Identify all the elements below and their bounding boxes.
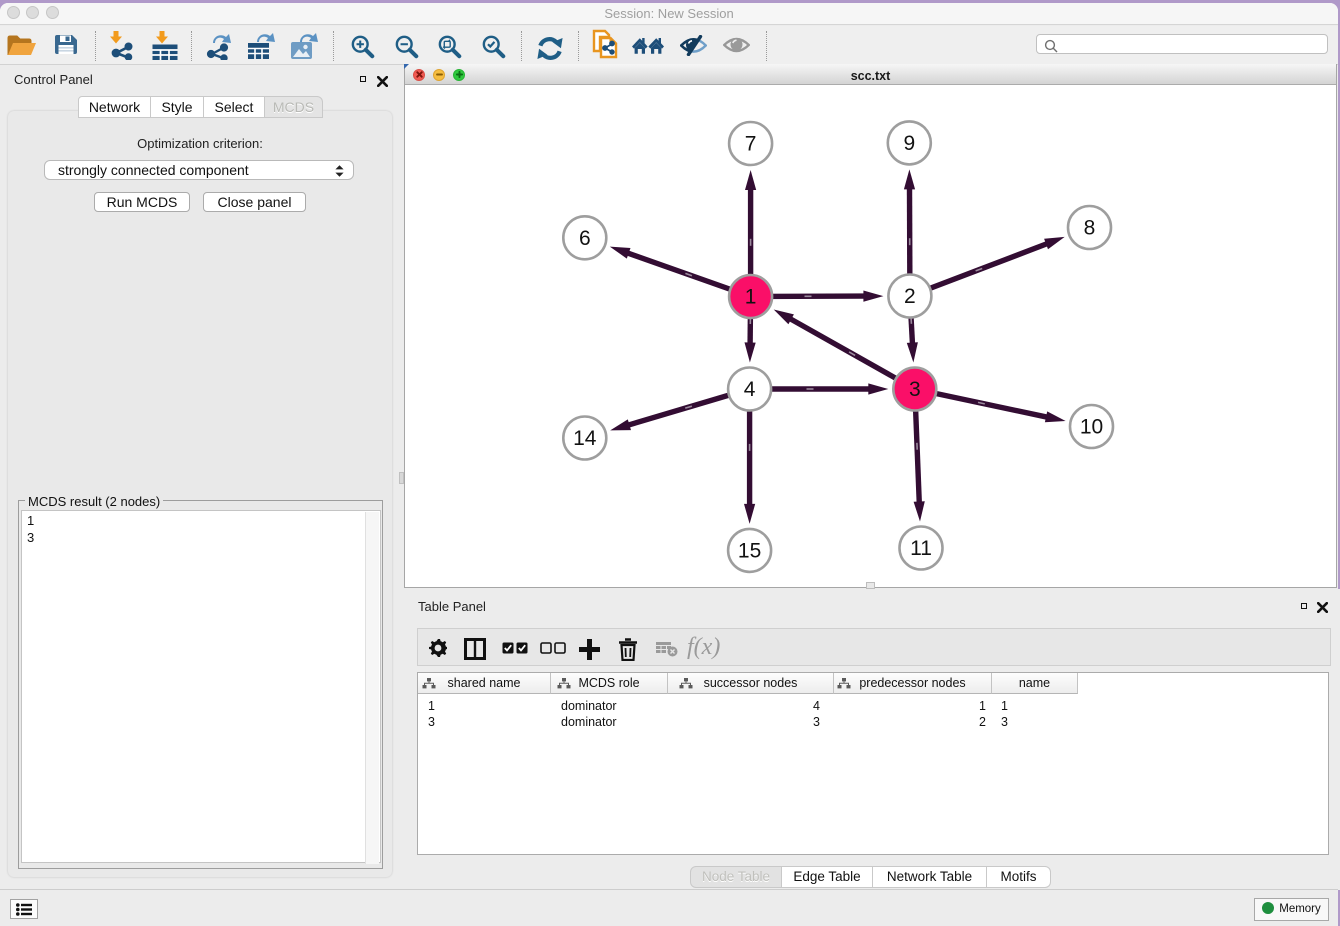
svg-text:9: 9	[903, 132, 915, 155]
svg-text:8: 8	[1084, 217, 1096, 240]
svg-text:2: 2	[904, 285, 916, 308]
svg-text:14: 14	[573, 427, 597, 450]
svg-text:15: 15	[738, 539, 761, 562]
svg-text:1: 1	[745, 286, 757, 309]
svg-text:4: 4	[744, 378, 756, 401]
svg-text:3: 3	[909, 378, 921, 401]
svg-text:10: 10	[1080, 416, 1103, 439]
svg-text:11: 11	[910, 537, 932, 560]
svg-text:7: 7	[745, 133, 757, 156]
svg-text:6: 6	[579, 227, 591, 250]
